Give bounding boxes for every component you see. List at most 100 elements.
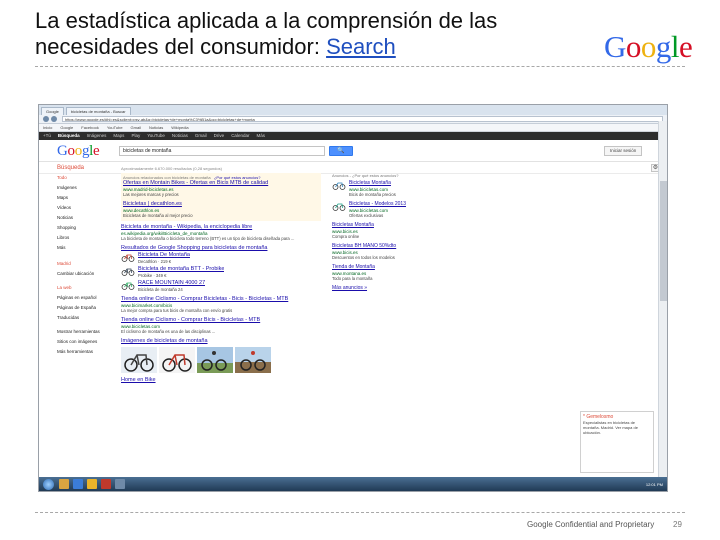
- bike-image[interactable]: [235, 347, 271, 373]
- shopping-text: Bicicleta De Montaña Decathlon · 219 €: [138, 252, 190, 264]
- gbar-item[interactable]: Calendar: [231, 133, 249, 139]
- app-icon[interactable]: [115, 479, 125, 489]
- url-field[interactable]: https://www.google.es/#hl=es&sclient=psy…: [62, 116, 663, 122]
- right-ads-header: Anuncios - ¿Por qué estos anuncios?: [332, 173, 399, 178]
- footer-divider: [35, 512, 685, 513]
- browser-tab[interactable]: bicicletas de montaña - Buscar: [65, 107, 131, 115]
- right-ad: Bicicletas Montaña www.bicis.es Compra o…: [332, 222, 412, 239]
- local-card-body: Especialistas en bicicletas de montaña. …: [583, 420, 638, 435]
- bike-image[interactable]: [121, 347, 157, 373]
- page-number: 29: [673, 520, 682, 529]
- search-input[interactable]: bicicletas de montaña: [119, 146, 325, 156]
- right-ad-snippet: Compra online: [332, 234, 360, 239]
- right-ad-title[interactable]: Bicicletas Montaña: [349, 180, 396, 187]
- left-nav-item[interactable]: Libros: [57, 233, 113, 243]
- shopping-item[interactable]: Bicicleta de montaña BTT - Probike Probik…: [121, 266, 321, 278]
- google-logo: Google: [604, 29, 693, 64]
- ie-icon[interactable]: [73, 479, 83, 489]
- app-icon[interactable]: [101, 479, 111, 489]
- location-label: Madrid: [57, 261, 71, 266]
- shopping-item-price: Bicicleta de montaña 24: [138, 287, 183, 292]
- left-nav-item[interactable]: Vídeos: [57, 203, 113, 213]
- shopping-item-title[interactable]: Bicicleta De Montaña: [138, 252, 190, 259]
- right-ads-column: Anuncios - ¿Por qué estos anuncios? Bici…: [332, 173, 412, 292]
- forward-icon[interactable]: [51, 116, 57, 122]
- right-ad-row: Bicicletas Montaña www.bicicletas.com Bi…: [332, 180, 412, 197]
- tool-item[interactable]: Mostrar herramientas: [57, 327, 113, 337]
- left-nav-item[interactable]: Maps: [57, 193, 113, 203]
- gbar-item[interactable]: +Tú: [43, 133, 51, 139]
- images-title[interactable]: Imágenes de bicicletas de montaña: [121, 338, 321, 345]
- gbar-item[interactable]: Maps: [113, 133, 124, 139]
- filter-item[interactable]: Traducidas: [57, 313, 113, 323]
- shopping-item-title[interactable]: Bicicleta de montaña BTT - Probike: [138, 266, 224, 273]
- shopping-item-title[interactable]: RACE MOUNTAIN 4000 27: [138, 280, 205, 287]
- gbar-item[interactable]: Play: [131, 133, 140, 139]
- result-title[interactable]: Home en Bike: [121, 377, 321, 384]
- start-button-icon[interactable]: [43, 478, 54, 490]
- ad-title[interactable]: Ofertas en Montain Bikes - Ofertas en Bi…: [123, 180, 319, 187]
- result-title[interactable]: Tienda online Ciclismo - Comprar Bicis -…: [121, 317, 321, 324]
- right-ad-title[interactable]: Tienda de Montaña: [332, 264, 412, 271]
- result-snippet: La bicicleta de montaña o bicicleta todo…: [121, 236, 295, 241]
- gbar-item[interactable]: Gmail: [195, 133, 207, 139]
- right-ad-text: Bicicletas Montaña www.bicicletas.com Bi…: [349, 180, 396, 197]
- right-ad-title[interactable]: Bicicletas - Modelos 2013: [349, 201, 406, 208]
- signin-button[interactable]: Iniciar sesión: [604, 146, 643, 156]
- shopping-item[interactable]: Bicicleta De Montaña Decathlon · 219 €: [121, 252, 321, 264]
- bookmark-item[interactable]: YouTube: [107, 125, 123, 131]
- tool-item[interactable]: Sitios con imágenes: [57, 337, 113, 347]
- bookmark-item[interactable]: Google: [60, 125, 73, 131]
- chrome-icon[interactable]: [87, 479, 97, 489]
- top-ads: Anuncios relacionados con bicicletas de …: [121, 173, 321, 221]
- scrollbar[interactable]: [658, 121, 667, 477]
- folder-icon[interactable]: [59, 479, 69, 489]
- gbar-item[interactable]: Imágenes: [87, 133, 107, 139]
- result-title[interactable]: Bicicleta de montaña - Wikipedia, la enc…: [121, 224, 321, 231]
- bookmark-item[interactable]: Noticias: [149, 125, 163, 131]
- ad-title[interactable]: Bicicletas | decathlon.es: [123, 201, 319, 208]
- address-bar: https://www.google.es/#hl=es&sclient=psy…: [39, 115, 667, 124]
- bookmark-item[interactable]: Facebook: [81, 125, 99, 131]
- left-nav-item[interactable]: Más: [57, 243, 113, 253]
- bookmark-item[interactable]: Wikipedia: [171, 125, 188, 131]
- serp-google-logo[interactable]: Google: [57, 144, 100, 159]
- left-nav-item[interactable]: Todo: [57, 173, 113, 183]
- shopping-text: RACE MOUNTAIN 4000 27 Bicicleta de montañ…: [138, 280, 205, 292]
- shopping-item[interactable]: RACE MOUNTAIN 4000 27 Bicicleta de montañ…: [121, 280, 321, 292]
- search-button[interactable]: 🔍: [329, 146, 353, 156]
- result-title[interactable]: Tienda online Ciclismo - Comprar Bicicle…: [121, 296, 321, 303]
- gbar-item[interactable]: Drive: [214, 133, 225, 139]
- serp-header: Google bicicletas de montaña 🔍 Iniciar s…: [39, 140, 667, 162]
- gbar-item[interactable]: Noticias: [172, 133, 188, 139]
- back-icon[interactable]: [43, 116, 49, 122]
- right-ad-title[interactable]: Bicicletas BH MANO 50%dto: [332, 243, 412, 250]
- shopping-title[interactable]: Resultados de Google Shopping para bicic…: [121, 245, 321, 252]
- bookmark-item[interactable]: Gmail: [131, 125, 141, 131]
- results-count: Aproximadamente 6.670.000 resultados (0,…: [121, 166, 222, 171]
- filter-item[interactable]: Páginas de España: [57, 303, 113, 313]
- left-nav-item[interactable]: Noticias: [57, 213, 113, 223]
- google-bar: +Tú Búsqueda Imágenes Maps Play YouTube …: [39, 132, 667, 140]
- more-ads-link[interactable]: Más anuncios »: [332, 285, 412, 292]
- scrollbar-thumb[interactable]: [660, 181, 667, 301]
- slide-title-search-link[interactable]: Search: [326, 34, 396, 59]
- bookmark-item[interactable]: Inicio: [43, 125, 52, 131]
- tool-item[interactable]: Más herramientas: [57, 347, 113, 357]
- shopping-item-price: Decathlon · 219 €: [138, 259, 172, 264]
- left-nav-item[interactable]: Shopping: [57, 223, 113, 233]
- change-location-link[interactable]: Cambiar ubicación: [57, 269, 113, 279]
- bike-thumbnail: [332, 203, 346, 211]
- organic-result: Tienda online Ciclismo - Comprar Bicicle…: [121, 296, 321, 313]
- right-ad-title[interactable]: Bicicletas Montaña: [332, 222, 412, 229]
- gbar-item[interactable]: Más: [256, 133, 265, 139]
- browser-tab[interactable]: Google: [41, 107, 64, 115]
- gbar-item[interactable]: YouTube: [147, 133, 165, 139]
- gbar-item[interactable]: Búsqueda: [58, 133, 80, 139]
- filter-item[interactable]: La web: [57, 283, 113, 293]
- bike-image[interactable]: [197, 347, 233, 373]
- filter-item[interactable]: Páginas en español: [57, 293, 113, 303]
- bike-thumbnail: [121, 282, 135, 290]
- left-nav-item[interactable]: Imágenes: [57, 183, 113, 193]
- bike-image[interactable]: [159, 347, 195, 373]
